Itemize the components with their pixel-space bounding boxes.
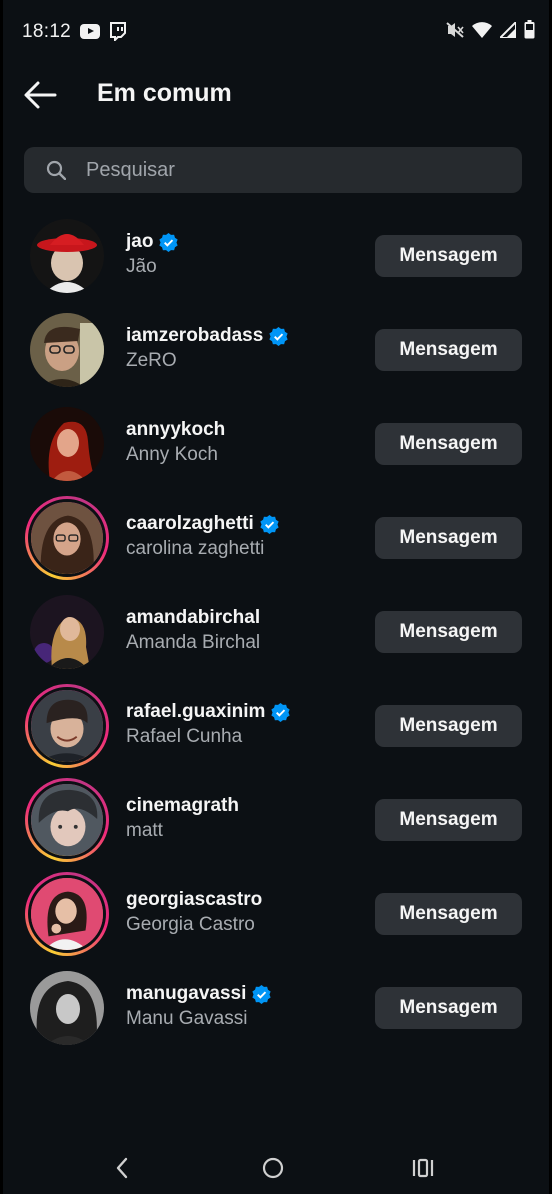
back-nav-icon[interactable]: [111, 1156, 135, 1180]
avatar-story-ring[interactable]: [25, 872, 109, 956]
avatar-story-ring[interactable]: [25, 684, 109, 768]
message-button[interactable]: Mensagem: [375, 517, 522, 559]
list-item-caarolzaghetti[interactable]: caarolzaghetti carolina zaghetti Mensage…: [3, 491, 549, 585]
full-name: Amanda Birchal: [126, 632, 261, 653]
message-button[interactable]: Mensagem: [375, 329, 522, 371]
username[interactable]: manugavassi: [126, 983, 272, 1005]
verified-badge-icon: [260, 514, 279, 534]
message-button[interactable]: Mensagem: [375, 705, 522, 747]
username[interactable]: jao: [126, 231, 179, 253]
status-time: 18:12: [22, 21, 72, 42]
search-input[interactable]: [86, 147, 506, 193]
message-button[interactable]: Mensagem: [375, 423, 522, 465]
system-nav-bar: [3, 1136, 549, 1194]
twitch-icon: [109, 22, 126, 43]
signal-icon: [497, 19, 517, 43]
avatar[interactable]: [25, 214, 109, 298]
username-text[interactable]: annyykoch: [126, 419, 225, 441]
list-item-cinemagrath[interactable]: cinemagrath matt Mensagem: [3, 773, 549, 867]
avatar[interactable]: [25, 402, 109, 486]
username-text[interactable]: rafael.guaxinim: [126, 701, 265, 723]
verified-badge-icon: [271, 702, 291, 722]
recents-nav-icon[interactable]: [411, 1156, 435, 1180]
search-icon: [46, 160, 66, 180]
username-text[interactable]: amandabirchal: [126, 607, 260, 629]
username-text[interactable]: georgiascastro: [126, 889, 262, 911]
list-item-amandabirchal[interactable]: amandabirchal Amanda Birchal Mensagem: [3, 585, 549, 679]
full-name: ZeRO: [126, 350, 177, 371]
search-bar[interactable]: [24, 147, 522, 193]
avatar[interactable]: [25, 590, 109, 674]
full-name: Manu Gavassi: [126, 1008, 248, 1029]
avatar-story-ring[interactable]: [25, 496, 109, 580]
message-button[interactable]: Mensagem: [375, 799, 522, 841]
page-title: Em comum: [97, 79, 232, 107]
status-bar: 18:12: [3, 0, 549, 62]
message-button[interactable]: Mensagem: [375, 987, 522, 1029]
message-button[interactable]: Mensagem: [375, 893, 522, 935]
arrow-left-icon: [24, 81, 57, 109]
app-screen: 18:12 Em comum Pesquisar jao Jão Mensage…: [3, 0, 549, 1194]
wifi-icon: [472, 21, 492, 43]
username-text[interactable]: manugavassi: [126, 983, 246, 1005]
username[interactable]: rafael.guaxinim: [126, 701, 291, 723]
username[interactable]: caarolzaghetti: [126, 513, 279, 535]
status-icons: [446, 19, 535, 44]
youtube-icon: [80, 24, 100, 39]
avatar-story-ring[interactable]: [25, 778, 109, 862]
message-button[interactable]: Mensagem: [375, 611, 522, 653]
full-name: matt: [126, 820, 163, 841]
full-name: Georgia Castro: [126, 914, 255, 935]
username-text[interactable]: iamzerobadass: [126, 325, 263, 347]
username[interactable]: annyykoch: [126, 419, 225, 441]
battery-icon: [524, 20, 535, 44]
full-name: Jão: [126, 256, 157, 277]
username[interactable]: georgiascastro: [126, 889, 262, 911]
mute-icon: [446, 21, 464, 43]
username[interactable]: iamzerobadass: [126, 325, 288, 347]
list-item-rafael-guaxinim[interactable]: rafael.guaxinim Rafael Cunha Mensagem: [3, 679, 549, 773]
list-item-annyykoch[interactable]: annyykoch Anny Koch Mensagem: [3, 397, 549, 491]
verified-badge-icon: [269, 326, 288, 346]
verified-badge-icon: [159, 232, 179, 252]
username[interactable]: amandabirchal: [126, 607, 260, 629]
list-item-georgiascastro[interactable]: georgiascastro Georgia Castro Mensagem: [3, 867, 549, 961]
list-item-jao[interactable]: jao Jão Mensagem: [3, 209, 549, 303]
username-text[interactable]: caarolzaghetti: [126, 513, 254, 535]
username-text[interactable]: cinemagrath: [126, 795, 239, 817]
username[interactable]: cinemagrath: [126, 795, 239, 817]
verified-badge-icon: [252, 984, 272, 1004]
list-item-manugavassi[interactable]: manugavassi Manu Gavassi Mensagem: [3, 961, 549, 1055]
list-item-iamzerobadass[interactable]: iamzerobadass ZeRO Mensagem: [3, 303, 549, 397]
message-button[interactable]: Mensagem: [375, 235, 522, 277]
back-button[interactable]: [23, 80, 57, 110]
avatar[interactable]: [25, 966, 109, 1050]
full-name: Anny Koch: [126, 444, 218, 465]
home-nav-icon[interactable]: [261, 1156, 285, 1180]
full-name: carolina zaghetti: [126, 538, 265, 559]
avatar[interactable]: [25, 308, 109, 392]
username-text[interactable]: jao: [126, 231, 153, 253]
full-name: Rafael Cunha: [126, 726, 243, 747]
